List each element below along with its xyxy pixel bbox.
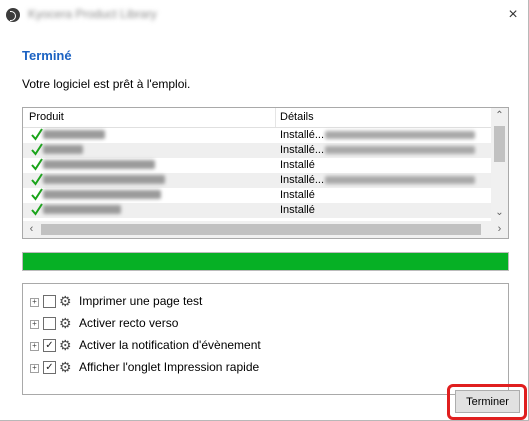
column-header-product[interactable]: Produit <box>29 111 64 123</box>
option-checkbox[interactable] <box>43 317 56 330</box>
option-checkbox[interactable]: ✓ <box>43 339 56 352</box>
scrollbar-thumb[interactable] <box>494 126 505 162</box>
option-item[interactable]: + ⚙ Activer recto verso <box>23 315 503 333</box>
options-tree: + ⚙ Imprimer une page test + ⚙ Activer recto … <box>22 283 509 395</box>
product-name-blurred <box>43 205 121 214</box>
scroll-right-icon[interactable]: › <box>491 221 508 238</box>
table-row[interactable]: Installé... <box>23 128 491 143</box>
install-status: Installé... <box>280 144 325 156</box>
option-item[interactable]: + ✓ ⚙ Activer la notification d'évènement <box>23 337 503 355</box>
install-status: Installé <box>280 204 315 216</box>
expand-icon[interactable]: + <box>30 364 39 373</box>
table-row[interactable]: Installé... <box>23 173 491 188</box>
scroll-down-icon[interactable]: ⌄ <box>491 205 508 221</box>
finish-button[interactable]: Terminer <box>455 390 520 413</box>
check-icon <box>31 158 43 171</box>
check-icon <box>31 128 43 141</box>
table-row[interactable]: Installé <box>23 158 491 173</box>
window-title: Kyocera Product Library <box>28 7 157 21</box>
details-blurred <box>325 146 475 154</box>
details-blurred <box>325 176 475 184</box>
gear-icon: ⚙ <box>59 337 72 353</box>
expand-icon[interactable]: + <box>30 298 39 307</box>
list-rows: Installé... Installé... Installé Install… <box>23 128 491 218</box>
product-name-blurred <box>43 175 165 184</box>
option-label: Afficher l'onglet Impression rapide <box>79 360 260 374</box>
install-status: Installé <box>280 189 315 201</box>
column-separator[interactable] <box>275 108 276 127</box>
expand-icon[interactable]: + <box>30 342 39 351</box>
install-status: Installé... <box>280 129 325 141</box>
close-icon[interactable]: × <box>498 0 528 30</box>
option-checkbox[interactable]: ✓ <box>43 361 56 374</box>
list-header: Produit Détails <box>23 108 491 128</box>
expand-icon[interactable]: + <box>30 320 39 329</box>
installer-window: Kyocera Product Library × Terminé Votre … <box>0 0 529 421</box>
option-item[interactable]: + ✓ ⚙ Afficher l'onglet Impression rapide <box>23 359 503 377</box>
page-title: Terminé <box>22 48 72 63</box>
table-row[interactable]: Installé <box>23 203 491 218</box>
gear-icon: ⚙ <box>59 293 72 309</box>
option-label: Activer recto verso <box>79 316 179 330</box>
scroll-up-icon[interactable]: ⌃ <box>491 108 508 124</box>
option-label: Activer la notification d'évènement <box>79 338 261 352</box>
horizontal-scrollbar[interactable]: ‹ › <box>23 221 508 238</box>
scrollbar-thumb[interactable] <box>41 224 481 235</box>
option-checkbox[interactable] <box>43 295 56 308</box>
product-name-blurred <box>43 190 161 199</box>
table-row[interactable]: Installé... <box>23 143 491 158</box>
product-list[interactable]: Produit Détails Installé... Installé... … <box>22 107 509 239</box>
install-status: Installé <box>280 159 315 171</box>
check-icon <box>31 188 43 201</box>
title-bar: Kyocera Product Library × <box>0 0 528 30</box>
check-icon <box>31 203 43 216</box>
scroll-left-icon[interactable]: ‹ <box>23 221 40 238</box>
column-header-details[interactable]: Détails <box>280 111 314 123</box>
page-subtitle: Votre logiciel est prêt à l'emploi. <box>22 77 191 91</box>
option-label: Imprimer une page test <box>79 294 203 308</box>
check-icon <box>31 143 43 156</box>
app-icon <box>6 8 20 22</box>
details-blurred <box>325 131 475 139</box>
product-name-blurred <box>43 160 155 169</box>
product-name-blurred <box>43 145 83 154</box>
vertical-scrollbar[interactable]: ⌃ ⌄ <box>491 108 508 221</box>
option-item[interactable]: + ⚙ Imprimer une page test <box>23 293 503 311</box>
progress-fill <box>23 253 508 270</box>
table-row[interactable]: Installé <box>23 188 491 203</box>
gear-icon: ⚙ <box>59 315 72 331</box>
install-progress-bar <box>22 252 509 271</box>
gear-icon: ⚙ <box>59 359 72 375</box>
install-status: Installé... <box>280 174 325 186</box>
product-name-blurred <box>43 130 105 139</box>
check-icon <box>31 173 43 186</box>
